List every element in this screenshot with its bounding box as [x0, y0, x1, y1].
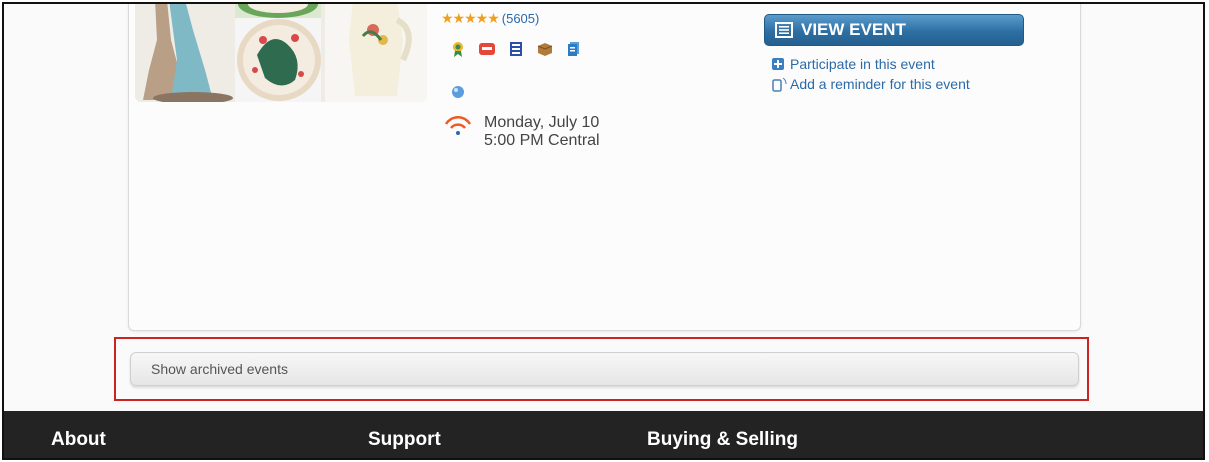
event-feature-icons-row2 — [450, 84, 466, 105]
rating-stars-icon: ★★★★★ — [441, 10, 500, 26]
participate-link-label[interactable]: Participate in this event — [790, 56, 935, 72]
view-event-label: VIEW EVENT — [801, 20, 906, 39]
event-feature-icons — [450, 41, 582, 57]
reminder-link-label[interactable]: Add a reminder for this event — [790, 76, 970, 92]
list-icon — [775, 22, 793, 38]
page-viewport: ★★★★★ (5605) Monday, July 10 5:00 PM Cen… — [2, 2, 1205, 460]
event-time: 5:00 PM Central — [484, 132, 600, 149]
blue-circle-icon — [452, 86, 464, 98]
seller-rating[interactable]: ★★★★★ (5605) — [441, 10, 539, 27]
rating-count[interactable]: (5605) — [502, 11, 540, 26]
site-footer: About Support Buying & Selling — [4, 411, 1203, 458]
footer-buying-selling-heading[interactable]: Buying & Selling — [647, 429, 798, 451]
view-event-button[interactable]: VIEW EVENT — [764, 14, 1024, 46]
event-datetime: Monday, July 10 5:00 PM Central — [444, 114, 600, 150]
footer-about-heading[interactable]: About — [51, 429, 106, 451]
shipping-box-icon — [537, 43, 553, 56]
show-archived-events-label: Show archived events — [151, 361, 288, 377]
event-date: Monday, July 10 — [484, 114, 600, 131]
award-ribbon-icon — [453, 42, 463, 57]
documents-icon — [568, 42, 579, 56]
participate-link[interactable]: Participate in this event — [772, 56, 935, 72]
show-archived-events-button[interactable]: Show archived events — [130, 352, 1079, 386]
association-logo-icon — [510, 42, 522, 56]
footer-support-heading[interactable]: Support — [368, 429, 441, 451]
live-broadcast-icon — [444, 115, 472, 135]
mobile-reminder-icon — [772, 77, 787, 92]
plus-icon — [772, 58, 784, 70]
apn-badge-icon — [479, 43, 495, 55]
reminder-link[interactable]: Add a reminder for this event — [772, 76, 970, 92]
event-thumbnail-image[interactable] — [135, 4, 427, 102]
